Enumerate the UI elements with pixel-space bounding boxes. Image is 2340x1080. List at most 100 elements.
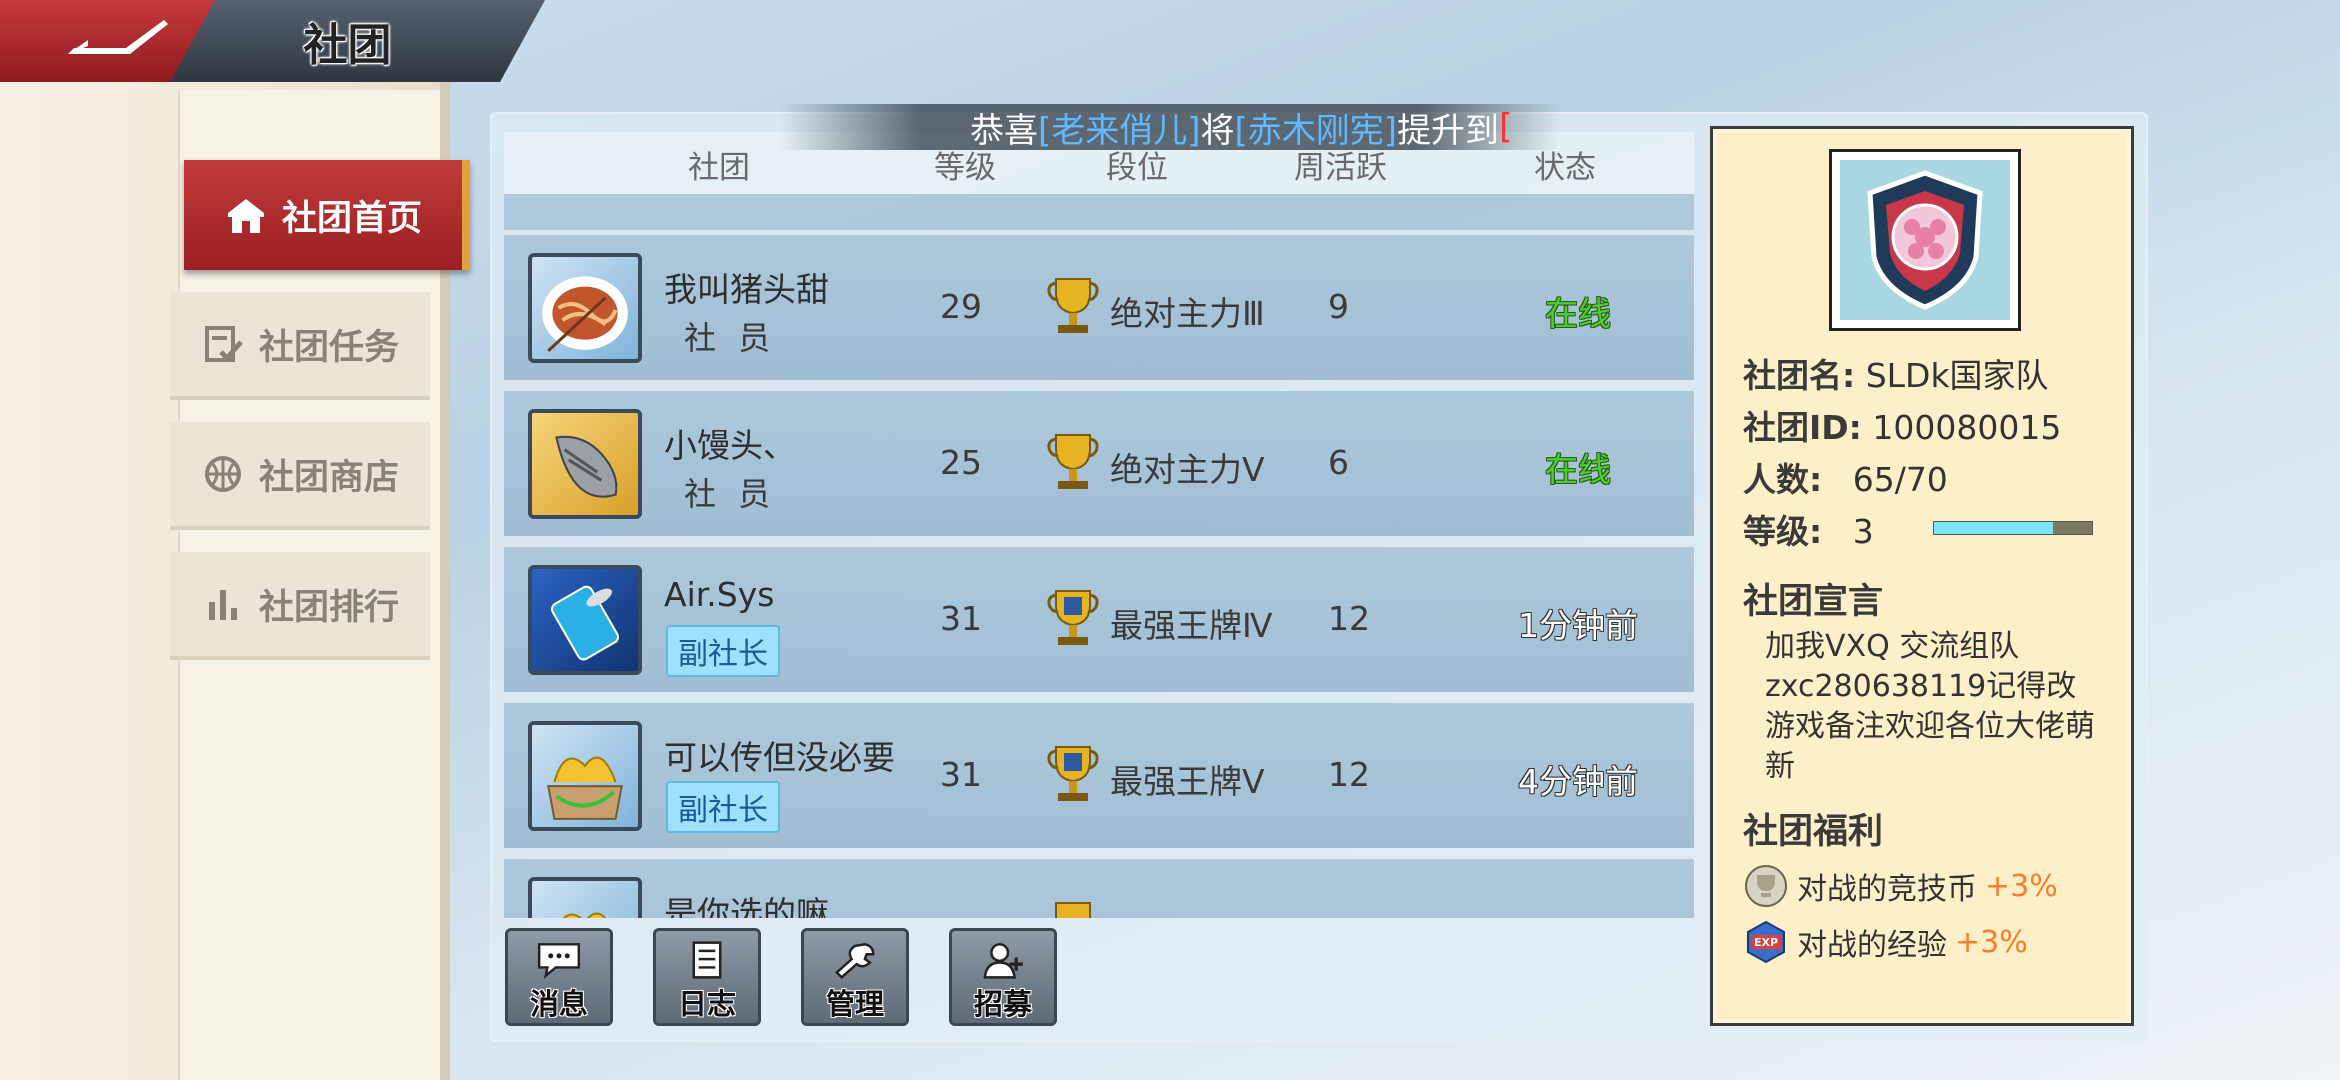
member-level: 31 [940,599,982,638]
top-bar: 社团 [0,0,560,82]
recruit-button[interactable]: 招募 [949,928,1057,1026]
sidebar-item-club-home[interactable]: 社团首页 [184,160,470,270]
ace-trophy-icon [1047,746,1099,801]
club-info-panel: 社团名: SLDk国家队 社团ID: 100080015 人数: 65/70 等… [1710,126,2134,1026]
club-members-label: 人数: [1743,460,1823,499]
benefit-item: EXP 对战的经验 +3% [1743,919,2028,965]
title-plate: 社团 [170,0,545,82]
club-members-row: 人数: 65/70 [1743,453,1948,501]
ace-trophy-icon [1047,590,1099,645]
messages-button[interactable]: 消息 [505,928,613,1026]
member-level: 29 [940,287,982,326]
messages-label: 消息 [529,987,588,1021]
member-weekly-active: 12 [1328,755,1370,794]
vice-president-badge: 副社长 [666,781,780,833]
club-id-value: 100080015 [1872,408,2062,447]
header-club: 社团 [688,150,750,186]
gold-trophy-icon [1047,278,1099,333]
banana-box-avatar[interactable] [528,877,642,918]
wrench-icon [835,943,875,979]
benefit-item: 对战的竞技币 +3% [1743,863,2058,909]
ticker-text: 恭喜 [970,110,1038,151]
recruit-label: 招募 [973,987,1032,1021]
manage-label: 管理 [825,987,884,1021]
member-weekly-active: 9 [1328,287,1349,326]
svg-text:EXP: EXP [1754,936,1778,949]
club-name-label: 社团名: [1743,356,1856,395]
page-title: 社团 [303,20,392,71]
ticker-character-name: [赤木刚宪] [1234,110,1398,151]
member-rank: 最强王牌Ⅳ [1110,606,1273,645]
member-level: 31 [940,755,982,794]
manage-button[interactable]: 管理 [801,928,909,1026]
ticker-player-name: [老来俏儿] [1038,110,1201,151]
member-name: 我叫猪头甜 [664,270,829,309]
benefit-bonus: +3% [1955,924,2028,960]
add-user-icon [983,943,1023,979]
member-rank: 最强王牌Ⅴ [1110,762,1265,801]
member-weekly-active: 6 [1328,443,1349,482]
sneaker-avatar[interactable] [528,409,642,519]
sidebar-item-club-tasks[interactable]: 社团任务 [170,292,430,400]
club-declaration: 加我VXQ 交流组队zxc280638119记得改游戏备注欢迎各位大佬萌新 [1765,629,2095,784]
ticker-text: 将 [1200,110,1235,151]
sidebar-item-label: 社团首页 [281,198,422,239]
member-rank: 绝对主力Ⅲ [1110,294,1265,333]
declaration-title: 社团宣言 [1743,582,1884,622]
club-id-row: 社团ID: 100080015 [1743,401,2061,449]
sidebar-item-label: 社团排行 [258,587,399,628]
exp-badge-icon: EXP [1747,920,1785,964]
gold-trophy-icon [1047,434,1099,489]
list-item-partial [504,194,1694,230]
benefit-bonus: +3% [1985,868,2058,904]
club-name-row: 社团名: SLDk国家队 [1743,349,2049,397]
ticker-cursor: [ [1499,107,1513,147]
member-list[interactable]: 我叫猪头甜 社 员 29 绝对主力Ⅲ 9 在线 小馒头、 社 员 25 绝对主力… [504,194,1694,918]
member-role: 社 员 [684,475,777,513]
noodle-plate-avatar[interactable] [528,253,642,363]
club-id-label: 社团ID: [1743,408,1862,447]
member-status: 在线 [1545,450,1611,489]
gold-trophy-icon [1055,902,1091,918]
club-emblem-icon [1867,170,1983,310]
club-level-value: 3 [1852,512,1874,551]
sidebar-item-label: 社团商店 [258,457,399,498]
club-level-progress-fill [1934,522,2053,534]
task-check-icon [204,326,243,362]
back-arrow-icon [68,20,168,54]
member-name: 可以传但没必要 [664,738,895,777]
sidebar-item-club-shop[interactable]: 社团商店 [170,422,430,530]
member-status: 在线 [1545,294,1611,333]
sidebar-item-label: 社团任务 [258,327,399,368]
bar-chart-icon [208,590,237,620]
club-level-progress-bar [1933,521,2093,535]
member-role: 社 员 [684,319,777,357]
benefits-title: 社团福利 [1743,812,1884,852]
banana-box-avatar[interactable] [528,721,642,831]
list-item[interactable]: 我叫猪头甜 社 员 29 绝对主力Ⅲ 9 在线 [504,232,1694,380]
member-weekly-active: 12 [1328,599,1370,638]
benefit-label: 对战的竞技币 [1797,872,1977,907]
member-name: 是你选的嘛 [664,894,829,918]
list-item[interactable]: 小馒头、 社 员 25 绝对主力Ⅴ 6 在线 [504,388,1694,536]
notebook-icon [692,941,722,979]
member-rank: 绝对主力Ⅴ [1110,450,1265,489]
club-members-value: 65/70 [1852,460,1948,499]
member-status: 4分钟前 [1518,762,1638,801]
soda-can-avatar[interactable] [528,565,642,675]
log-button[interactable]: 日志 [653,928,761,1026]
member-level: 25 [940,443,982,482]
list-item[interactable]: 可以传但没必要 副社长 31 最强王牌Ⅴ 12 4分钟前 [504,700,1694,848]
sidebar-item-club-ranking[interactable]: 社团排行 [170,552,430,660]
club-level-label: 等级: [1743,512,1823,551]
trophy-coin-icon [1745,865,1787,907]
member-name: 小馒头、 [664,426,796,465]
log-label: 日志 [677,987,736,1021]
basketball-shop-icon [204,456,241,492]
club-emblem[interactable] [1829,149,2021,331]
member-status: 1分钟前 [1518,606,1638,645]
vice-president-badge: 副社长 [666,625,780,677]
list-item[interactable]: Air.Sys 副社长 31 最强王牌Ⅳ 12 1分钟前 [504,544,1694,692]
bottom-toolbar: 消息 日志 管理 招募 [505,928,1057,1038]
list-item[interactable]: 是你选的嘛 [504,856,1694,918]
